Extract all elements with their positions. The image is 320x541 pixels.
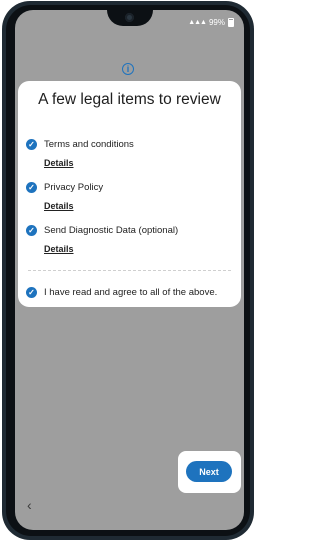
screen: ▲▲▲ 99% i A few legal items to review ✓ …	[15, 10, 244, 530]
agree-all-checkbox-row[interactable]: ✓ I have read and agree to all of the ab…	[26, 287, 217, 298]
chevron-left-icon[interactable]: ‹	[27, 497, 32, 513]
diagnostic-details-link[interactable]: Details	[44, 244, 74, 254]
privacy-checkbox-row[interactable]: ✓ Privacy Policy	[26, 182, 103, 193]
check-circle-icon[interactable]: ✓	[26, 287, 37, 298]
diagnostic-checkbox-row[interactable]: ✓ Send Diagnostic Data (optional)	[26, 225, 178, 236]
terms-checkbox-row[interactable]: ✓ Terms and conditions	[26, 139, 134, 150]
notch	[107, 10, 153, 26]
terms-details-link[interactable]: Details	[44, 158, 74, 168]
dialog-title: A few legal items to review	[38, 91, 221, 108]
phone-frame: ▲▲▲ 99% i A few legal items to review ✓ …	[2, 1, 254, 540]
info-icon: i	[122, 63, 134, 75]
agree-all-label: I have read and agree to all of the abov…	[44, 287, 218, 298]
check-circle-icon[interactable]: ✓	[26, 139, 37, 150]
next-button[interactable]: Next	[186, 461, 232, 482]
legal-dialog: A few legal items to review ✓ Terms and …	[18, 81, 241, 307]
privacy-details-link[interactable]: Details	[44, 201, 74, 211]
check-circle-icon[interactable]: ✓	[26, 182, 37, 193]
next-button-container: Next	[178, 451, 241, 493]
battery-percent: 99%	[208, 18, 225, 27]
diagnostic-label: Send Diagnostic Data (optional)	[44, 225, 179, 236]
privacy-label: Privacy Policy	[44, 182, 104, 193]
battery-icon	[228, 18, 234, 27]
camera-icon	[125, 13, 134, 22]
status-bar: ▲▲▲ 99%	[188, 18, 234, 27]
signal-icon: ▲▲▲	[188, 19, 207, 26]
terms-label: Terms and conditions	[44, 139, 134, 150]
check-circle-icon[interactable]: ✓	[26, 225, 37, 236]
divider	[28, 270, 231, 271]
